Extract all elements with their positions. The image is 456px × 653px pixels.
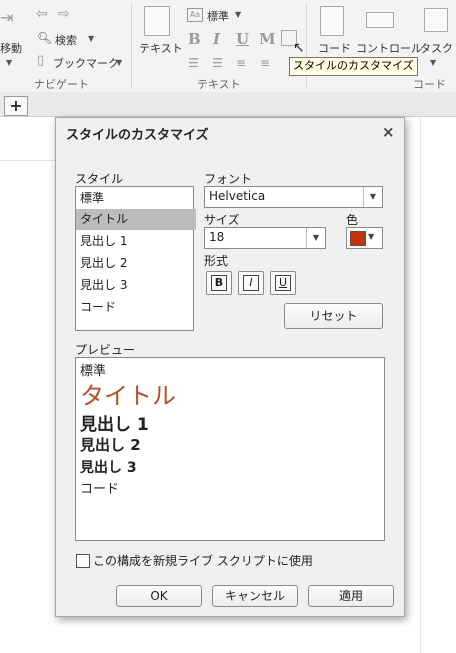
add-tab-button[interactable]: +	[4, 96, 28, 116]
font-style-icon: Aa	[187, 8, 203, 22]
close-icon[interactable]: ×	[382, 123, 395, 141]
ribbon-separator	[131, 4, 132, 88]
text-section-label: テキスト	[197, 78, 241, 91]
bold-format-button[interactable]: B	[206, 271, 232, 295]
font-chevron-down-icon: ▼	[363, 187, 382, 207]
style-item-heading2[interactable]: 見出し 2	[76, 253, 196, 274]
editor-divider	[0, 160, 60, 161]
preview-heading2: 見出し 2	[80, 436, 141, 454]
color-label: 色	[346, 213, 359, 227]
style-item-standard[interactable]: 標準	[76, 188, 196, 209]
preview-heading1: 見出し 1	[80, 415, 149, 435]
move-chevron-down-icon[interactable]: ▼	[6, 58, 12, 67]
preview-title: タイトル	[80, 382, 176, 410]
reset-button[interactable]: リセット	[284, 303, 383, 329]
underline-icon: U	[275, 275, 291, 291]
code-section-label: コード	[413, 78, 446, 91]
preview-label: プレビュー	[75, 343, 136, 357]
style-item-heading1[interactable]: 見出し 1	[76, 231, 196, 252]
live-script-checkbox[interactable]	[76, 554, 90, 568]
text-insert-icon	[144, 6, 170, 36]
move-icon: ⇥	[0, 8, 14, 27]
control-icon	[366, 12, 394, 28]
editor-right-margin	[420, 117, 421, 653]
style-item-heading3[interactable]: 見出し 3	[76, 275, 196, 296]
control-button[interactable]: コントロール	[356, 40, 422, 56]
bookmark-button[interactable]: ブックマーク	[53, 55, 119, 71]
align-left-icon[interactable]: ≡	[236, 56, 246, 70]
style-chevron-down-icon[interactable]: ▼	[235, 10, 241, 19]
preview-pane: 標準 タイトル 見出し 1 見出し 2 見出し 3 コード	[75, 357, 385, 541]
bold-icon: B	[211, 275, 227, 291]
align-center-icon[interactable]: ≡	[260, 56, 270, 70]
code-insert-icon	[320, 6, 344, 36]
size-dropdown[interactable]: 18 ▼	[204, 227, 326, 249]
task-button[interactable]: タスク	[420, 40, 453, 56]
numbered-list-icon[interactable]: ☰	[212, 56, 223, 70]
underline-icon[interactable]: U	[236, 30, 249, 48]
text-insert-button[interactable]: テキスト	[139, 40, 183, 56]
size-value: 18	[209, 230, 225, 244]
size-label: サイズ	[204, 213, 240, 227]
color-swatch	[350, 231, 366, 246]
font-value: Helvetica	[209, 189, 266, 203]
bulleted-list-icon[interactable]: ☰	[188, 56, 199, 70]
toolstrip: ⇥ 移動 ▼ ⇦ ⇨ 🔍︎ 検索 ▼ ▯ ブックマーク ▼ ナビゲート テキスト…	[0, 0, 456, 93]
search-chevron-down-icon[interactable]: ▼	[88, 34, 94, 43]
code-insert-button[interactable]: コード	[318, 40, 351, 56]
ok-button[interactable]: OK	[116, 585, 202, 607]
cancel-button[interactable]: キャンセル	[212, 585, 298, 607]
italic-icon: I	[243, 275, 259, 291]
document-tabstrip	[0, 92, 456, 117]
text-style-dropdown[interactable]: 標準	[207, 8, 229, 24]
task-icon	[424, 8, 448, 32]
style-item-code[interactable]: コード	[76, 297, 196, 318]
style-listbox[interactable]: 標準 タイトル 見出し 1 見出し 2 見出し 3 コード	[75, 186, 196, 331]
font-label: フォント	[204, 172, 253, 186]
color-chevron-down-icon: ▼	[368, 232, 375, 241]
move-button[interactable]: 移動	[0, 40, 22, 56]
bold-icon[interactable]: B	[188, 30, 201, 48]
bookmark-chevron-down-icon[interactable]: ▼	[116, 58, 122, 67]
task-chevron-down-icon[interactable]: ▼	[430, 58, 436, 67]
underline-format-button[interactable]: U	[270, 271, 296, 295]
color-picker[interactable]: ▼	[346, 227, 383, 249]
bookmark-icon: ▯	[37, 53, 45, 68]
back-arrow-icon[interactable]: ⇦	[36, 6, 48, 22]
monospace-icon[interactable]: M	[259, 30, 276, 48]
italic-icon[interactable]: I	[213, 30, 220, 48]
format-label: 形式	[204, 254, 229, 268]
style-label: スタイル	[75, 172, 124, 186]
forward-arrow-icon[interactable]: ⇨	[58, 6, 70, 22]
live-script-checkbox-label: この構成を新規ライブ スクリプトに使用	[93, 554, 313, 568]
search-icon: 🔍︎	[37, 31, 53, 45]
size-chevron-down-icon: ▼	[306, 228, 325, 248]
customize-styles-tooltip: スタイルのカスタマイズ	[289, 57, 418, 76]
dialog-title: スタイルのカスタマイズ	[66, 128, 209, 143]
search-button[interactable]: 検索	[55, 32, 77, 48]
mouse-cursor-icon: ↖	[293, 40, 305, 56]
customize-styles-dialog: スタイルのカスタマイズ × スタイル 標準 タイトル 見出し 1 見出し 2 見…	[55, 117, 405, 617]
style-item-title[interactable]: タイトル	[76, 209, 196, 230]
italic-format-button[interactable]: I	[238, 271, 264, 295]
preview-code: コード	[80, 482, 120, 497]
navigate-section-label: ナビゲート	[34, 78, 89, 91]
apply-button[interactable]: 適用	[308, 585, 394, 607]
font-dropdown[interactable]: Helvetica ▼	[204, 186, 383, 208]
preview-heading3: 見出し 3	[80, 460, 137, 476]
